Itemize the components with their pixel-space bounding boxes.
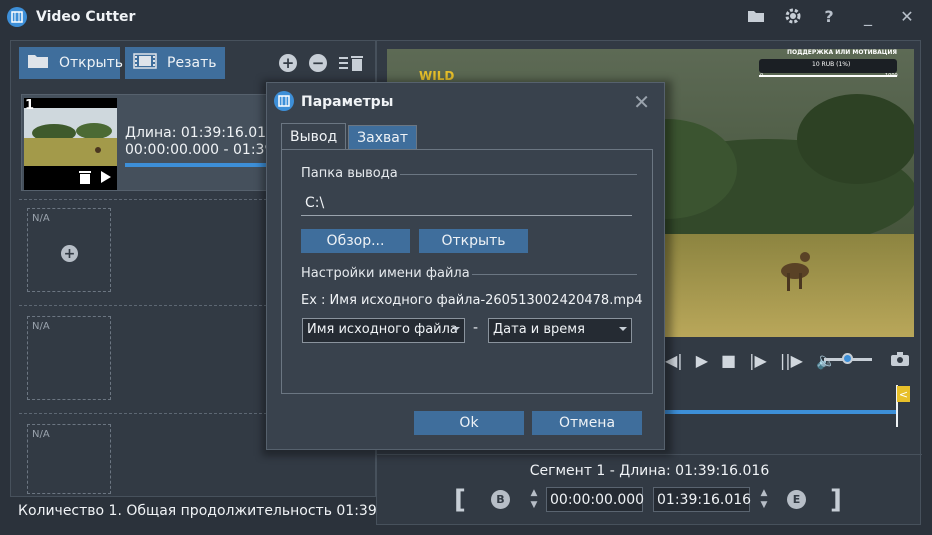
play-icon[interactable]: ▶ bbox=[696, 351, 708, 370]
start-time-stepper[interactable]: ▲ ▼ bbox=[527, 487, 541, 511]
name-part1-value: Имя исходного файла bbox=[307, 322, 458, 337]
cut-label: Резать bbox=[167, 55, 217, 71]
fast-forward-icon[interactable]: ||▶ bbox=[780, 351, 803, 370]
cut-button[interactable]: Резать bbox=[125, 47, 225, 79]
clip-range: 00:00:00.000 - 01:39 bbox=[125, 142, 274, 158]
chevron-down-icon bbox=[619, 327, 627, 331]
output-folder-label: Папка вывода bbox=[301, 166, 400, 181]
folder-icon[interactable] bbox=[745, 6, 767, 26]
marker-flag[interactable]: < bbox=[897, 386, 910, 402]
help-button[interactable]: ? bbox=[818, 6, 840, 26]
clear-list-icon[interactable] bbox=[338, 53, 364, 77]
dialog-title: Параметры bbox=[301, 94, 394, 110]
empty-slot[interactable]: N/A bbox=[27, 316, 111, 400]
start-time-input[interactable]: 00:00:00.000 bbox=[546, 487, 644, 512]
volume-knob[interactable] bbox=[842, 353, 853, 364]
set-start-bracket[interactable]: [ bbox=[454, 485, 466, 515]
name-part2-select[interactable]: Дата и время bbox=[488, 318, 632, 343]
donation-banner-max: 1000 bbox=[885, 73, 898, 79]
next-frame-icon[interactable]: |▶ bbox=[749, 351, 767, 370]
tab-capture[interactable]: Захват bbox=[348, 125, 417, 149]
open-label: Открыть bbox=[59, 55, 123, 71]
dialog-close-icon[interactable]: ✕ bbox=[633, 90, 650, 114]
end-time-stepper[interactable]: ▲ ▼ bbox=[757, 487, 771, 511]
end-time-input[interactable]: 01:39:16.016 bbox=[653, 487, 751, 512]
remove-clip-icon[interactable]: − bbox=[309, 54, 327, 72]
clip-length: Длина: 01:39:16.016 bbox=[125, 125, 275, 141]
dialog-logo-icon bbox=[274, 91, 294, 111]
open-button[interactable]: Открыть bbox=[19, 47, 123, 79]
timeline-bar[interactable] bbox=[662, 410, 896, 414]
name-part1-select[interactable]: Имя исходного файла bbox=[302, 318, 465, 343]
slot-label: N/A bbox=[32, 321, 50, 332]
empty-slot[interactable]: N/A bbox=[27, 424, 111, 494]
filename-example: Ex : Имя исходного файла-260513002420478… bbox=[301, 293, 643, 308]
settings-dialog: Параметры ✕ Вывод Захват Папка вывода C:… bbox=[266, 82, 665, 450]
add-clip-icon[interactable]: + bbox=[279, 54, 297, 72]
minimize-button[interactable]: _ bbox=[857, 6, 879, 26]
clip-info: Длина: 01:39:16.016 00:00:00.000 - 01:39 bbox=[125, 125, 275, 159]
gear-icon[interactable] bbox=[782, 6, 804, 26]
app-title: Video Cutter bbox=[36, 8, 136, 25]
donation-banner-title: ПОДДЕРЖКА ИЛИ МОТИВАЦИЯ bbox=[787, 49, 898, 56]
donation-banner-value: 10 RUB (1%) bbox=[812, 61, 851, 68]
chevron-down-icon bbox=[452, 327, 460, 331]
cancel-button[interactable]: Отмена bbox=[532, 411, 642, 435]
open-folder-button[interactable]: Открыть bbox=[419, 229, 528, 253]
name-part2-value: Дата и время bbox=[493, 322, 585, 337]
browse-button[interactable]: Обзор... bbox=[301, 229, 410, 253]
output-folder-input[interactable]: C:\ bbox=[301, 192, 632, 216]
playback-controls: ◀| ▶ ■ |▶ ||▶ 🔈 bbox=[665, 348, 836, 372]
folder-open-icon bbox=[27, 53, 49, 73]
dialog-tabs: Вывод Захват bbox=[281, 123, 417, 149]
film-strip-icon bbox=[133, 53, 157, 73]
output-tab-panel: Папка вывода C:\ Обзор... Открыть Настро… bbox=[281, 149, 653, 394]
name-separator: - bbox=[473, 320, 479, 336]
title-bar: Video Cutter ? _ ✕ bbox=[0, 0, 932, 33]
clip-index: 1 bbox=[25, 98, 35, 113]
status-bar: Количество 1. Общая продолжительность 01… bbox=[10, 496, 376, 525]
delete-clip-icon[interactable] bbox=[79, 170, 91, 188]
begin-marker-icon[interactable]: B bbox=[491, 490, 510, 509]
close-button[interactable]: ✕ bbox=[896, 6, 918, 26]
set-end-bracket[interactable]: ] bbox=[830, 485, 842, 515]
ok-button[interactable]: Ok bbox=[414, 411, 524, 435]
donation-banner-min: 0 bbox=[760, 73, 764, 79]
left-toolbar: Открыть Резать bbox=[19, 47, 225, 79]
stop-icon[interactable]: ■ bbox=[721, 351, 736, 370]
camera-icon[interactable] bbox=[891, 352, 909, 370]
end-marker-icon[interactable]: E bbox=[787, 490, 806, 509]
slot-label: N/A bbox=[32, 213, 50, 224]
app-logo-icon bbox=[7, 6, 27, 27]
filename-settings-label: Настройки имени файла bbox=[301, 266, 472, 281]
clip-thumbnail: 1 bbox=[24, 98, 117, 190]
add-slot-icon[interactable]: + bbox=[61, 245, 78, 262]
play-clip-icon[interactable] bbox=[100, 170, 112, 188]
empty-slot[interactable]: N/A + bbox=[27, 208, 111, 292]
segment-label: Сегмент 1 - Длина: 01:39:16.016 bbox=[529, 463, 770, 479]
slot-label: N/A bbox=[32, 429, 50, 440]
segment-editor: Сегмент 1 - Длина: 01:39:16.016 [ B ▲ ▼ 0… bbox=[377, 454, 922, 525]
tab-output[interactable]: Вывод bbox=[281, 123, 347, 149]
